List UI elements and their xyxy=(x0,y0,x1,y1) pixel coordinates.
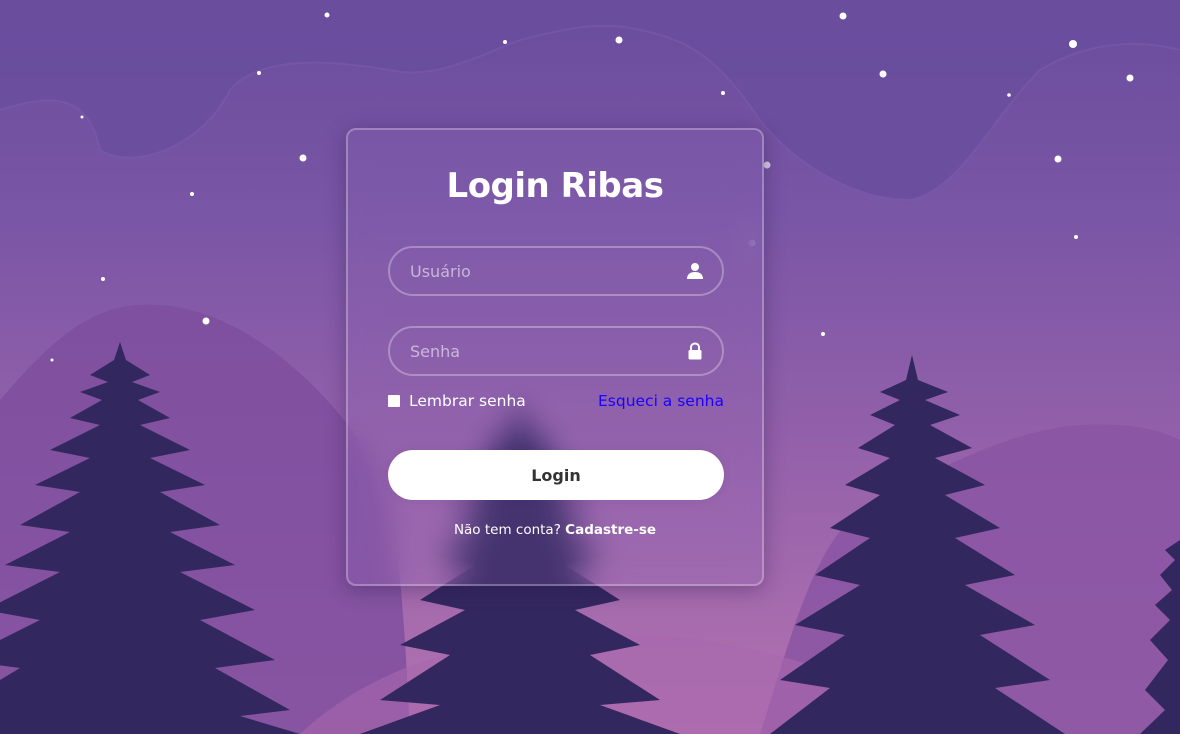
login-button[interactable]: Login xyxy=(388,450,724,500)
username-field xyxy=(388,246,724,296)
remember-password-text: Lembrar senha xyxy=(409,392,526,410)
remember-password-label[interactable]: Lembrar senha xyxy=(388,392,526,410)
remember-forgot-row: Lembrar senha Esqueci a senha xyxy=(388,392,724,414)
login-title: Login Ribas xyxy=(446,166,664,206)
login-page: Login Ribas Lembrar senha Esqueci a senh… xyxy=(0,0,1180,734)
register-prompt-text: Não tem conta? xyxy=(453,522,566,538)
register-link[interactable]: Cadastre-se xyxy=(565,522,656,538)
login-card: Login Ribas Lembrar senha Esqueci a senh… xyxy=(346,128,764,586)
lock-icon xyxy=(688,342,702,360)
username-input[interactable] xyxy=(390,248,722,294)
register-prompt: Não tem conta? Cadastre-se xyxy=(348,522,762,538)
user-icon xyxy=(687,263,703,279)
password-input[interactable] xyxy=(390,328,722,374)
forgot-password-link[interactable]: Esqueci a senha xyxy=(598,392,724,410)
remember-password-checkbox[interactable] xyxy=(388,395,400,407)
password-field xyxy=(388,326,724,376)
